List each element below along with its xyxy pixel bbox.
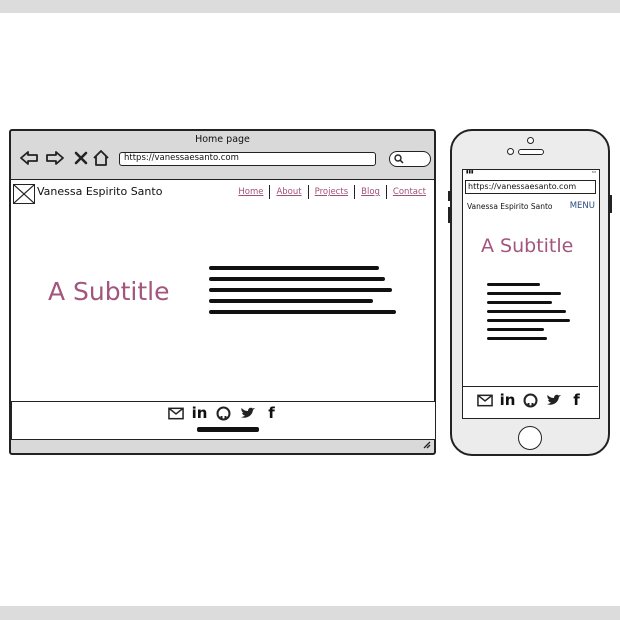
mobile-site-name: Vanessa Espirito Santo: [467, 202, 553, 211]
mobile-subtitle: A Subtitle: [481, 235, 574, 257]
mobile-screen: ▮▮▮ ▭ https://vanessaesanto.com Vanessa …: [462, 169, 600, 419]
speaker-grille: [518, 149, 544, 155]
top-band: [0, 0, 620, 13]
site-name: Vanessa Espirito Santo: [37, 185, 163, 198]
nav-home-link[interactable]: Home: [232, 185, 269, 199]
facebook-icon[interactable]: f: [569, 391, 585, 409]
twitter-icon[interactable]: [240, 405, 256, 421]
forward-icon[interactable]: [45, 148, 65, 168]
footer-placeholder-text: [197, 427, 259, 432]
nav-projects-link[interactable]: Projects: [307, 185, 355, 199]
mail-icon[interactable]: [167, 405, 184, 421]
back-icon[interactable]: [19, 148, 39, 168]
mobile-address-bar[interactable]: https://vanessaesanto.com: [465, 180, 596, 194]
search-field[interactable]: [389, 151, 431, 167]
subtitle: A Subtitle: [48, 277, 170, 306]
desktop-viewport: Vanessa Espirito Santo Home About Projec…: [11, 179, 434, 439]
close-icon[interactable]: [71, 148, 91, 168]
search-icon: [394, 154, 404, 164]
mobile-social-links: in f: [463, 391, 598, 409]
logo-placeholder: [13, 184, 35, 204]
twitter-icon[interactable]: [546, 392, 562, 408]
nav-contact-link[interactable]: Contact: [385, 185, 432, 199]
power-button: [609, 195, 612, 213]
volume-button: [448, 191, 451, 201]
mail-icon[interactable]: [476, 392, 493, 408]
signal-icon: ▮▮▮: [466, 170, 474, 175]
resize-handle-icon[interactable]: [422, 441, 431, 452]
placeholder-text-block: [209, 266, 404, 321]
linkedin-icon[interactable]: in: [192, 404, 208, 422]
nav-about-link[interactable]: About: [269, 185, 307, 199]
top-navigation: Home About Projects Blog Contact: [232, 185, 432, 199]
camera-icon: [527, 137, 534, 144]
status-bar: ▮▮▮ ▭: [463, 170, 599, 177]
mobile-footer: in f: [463, 386, 598, 416]
mobile-menu-button[interactable]: MENU: [570, 201, 595, 211]
github-icon[interactable]: [523, 392, 539, 408]
window-title: Home page: [195, 134, 250, 145]
address-bar[interactable]: https://vanessaesanto.com: [119, 152, 376, 166]
battery-icon: ▭: [591, 170, 596, 175]
mobile-placeholder-text-block: [487, 283, 573, 346]
desktop-browser-window: Home page https://vanessaesanto.com Vane…: [9, 129, 436, 455]
sensor-icon: [507, 148, 514, 155]
home-icon[interactable]: [91, 148, 111, 168]
facebook-icon[interactable]: f: [264, 404, 280, 422]
social-links: in f: [12, 404, 435, 422]
mobile-phone-frame: ▮▮▮ ▭ https://vanessaesanto.com Vanessa …: [448, 129, 612, 456]
linkedin-icon[interactable]: in: [500, 391, 516, 409]
volume-button: [448, 207, 451, 223]
phone-home-button[interactable]: [518, 426, 542, 450]
nav-blog-link[interactable]: Blog: [354, 185, 386, 199]
desktop-footer: in f: [11, 401, 436, 440]
bottom-band: [0, 606, 620, 620]
github-icon[interactable]: [216, 405, 232, 421]
